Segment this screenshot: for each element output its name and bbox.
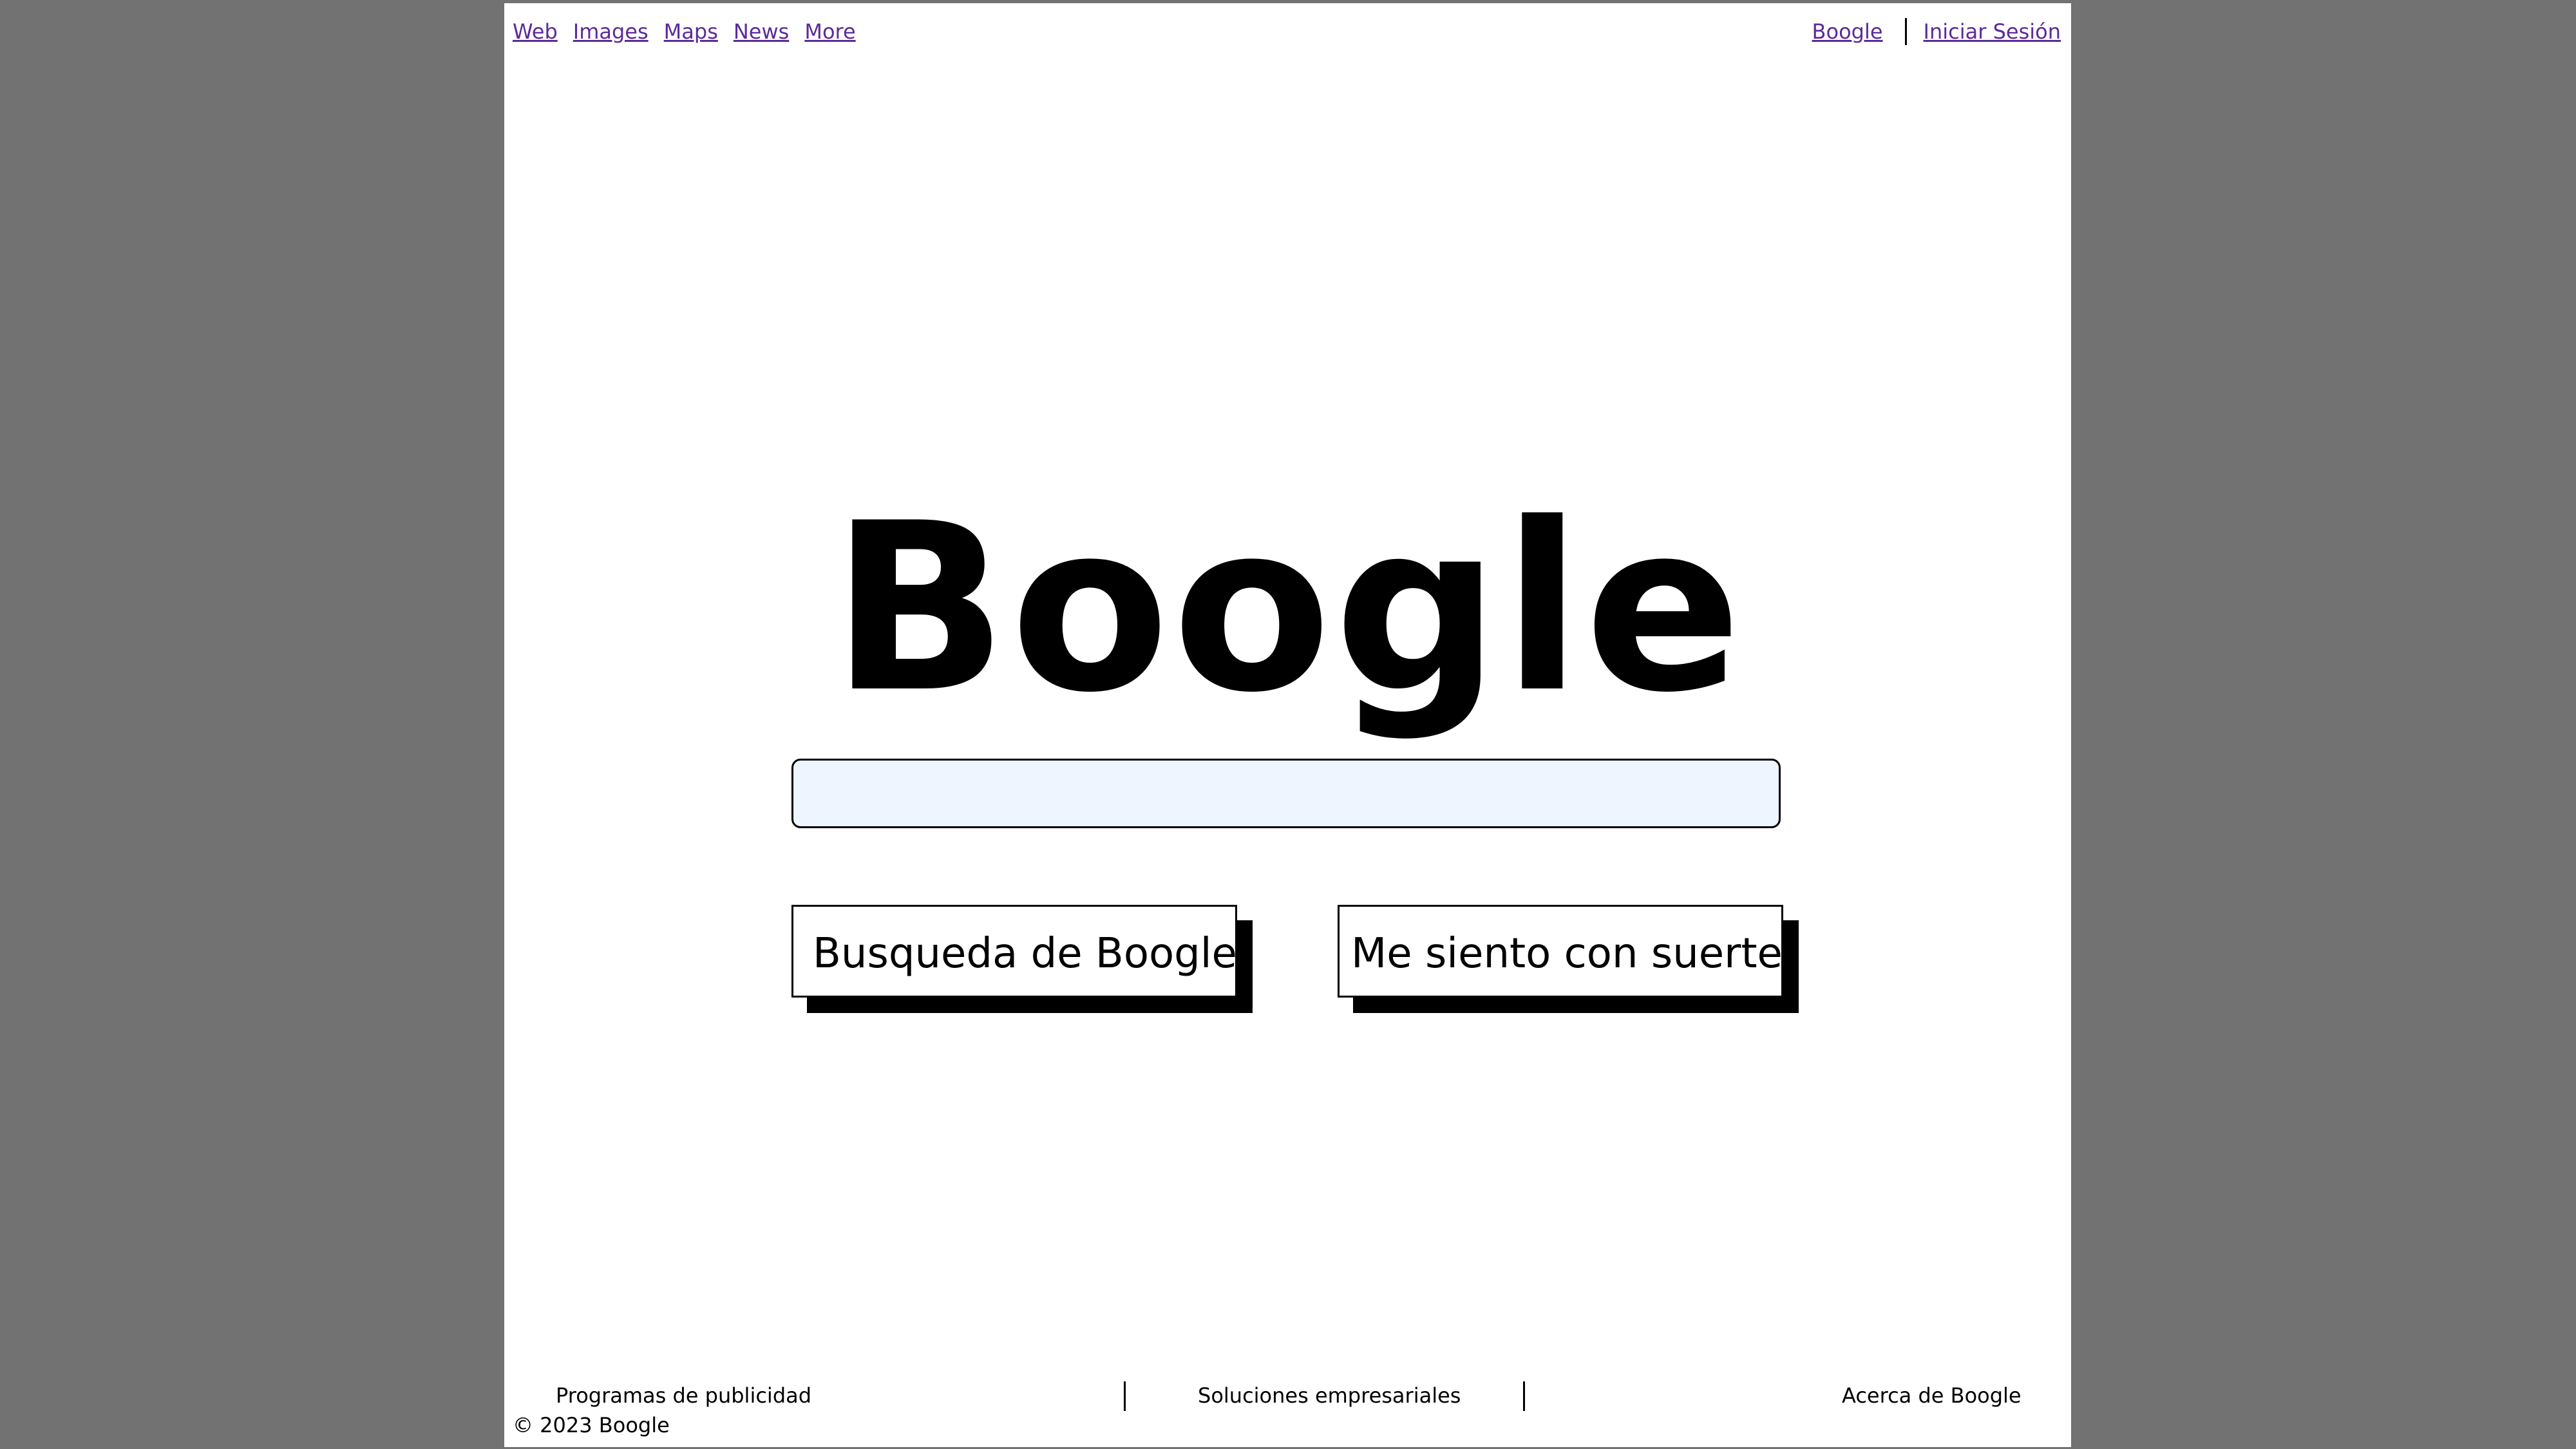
nav-link-more[interactable]: More <box>804 16 855 47</box>
top-nav-left: Web Images Maps News More <box>513 16 871 47</box>
sign-in-link[interactable]: Iniciar Sesión <box>1924 16 2061 47</box>
footer: Programas de publicidad Soluciones empre… <box>504 1381 2071 1414</box>
nav-link-images[interactable]: Images <box>573 16 649 47</box>
footer-divider <box>1124 1381 1126 1411</box>
nav-link-news[interactable]: News <box>734 16 789 47</box>
search-input[interactable] <box>791 759 1781 828</box>
nav-link-maps[interactable]: Maps <box>664 16 718 47</box>
logo: Boogle <box>831 473 1745 743</box>
footer-link-advertising[interactable]: Programas de publicidad <box>556 1381 811 1410</box>
footer-link-about[interactable]: Acerca de Boogle <box>1842 1381 2022 1410</box>
top-nav-right: Boogle Iniciar Sesión <box>1812 16 2061 47</box>
footer-link-business[interactable]: Soluciones empresariales <box>1198 1381 1461 1410</box>
nav-divider <box>1904 18 1907 45</box>
footer-divider <box>1523 1381 1525 1411</box>
nav-link-web[interactable]: Web <box>513 16 558 47</box>
search-button[interactable]: Busqueda de Boogle <box>791 905 1237 998</box>
page: Web Images Maps News More Boogle Iniciar… <box>504 3 2071 1447</box>
lucky-button[interactable]: Me siento con suerte <box>1338 905 1783 998</box>
copyright: © 2023 Boogle <box>513 1413 670 1437</box>
nav-link-boogle[interactable]: Boogle <box>1812 16 1883 47</box>
